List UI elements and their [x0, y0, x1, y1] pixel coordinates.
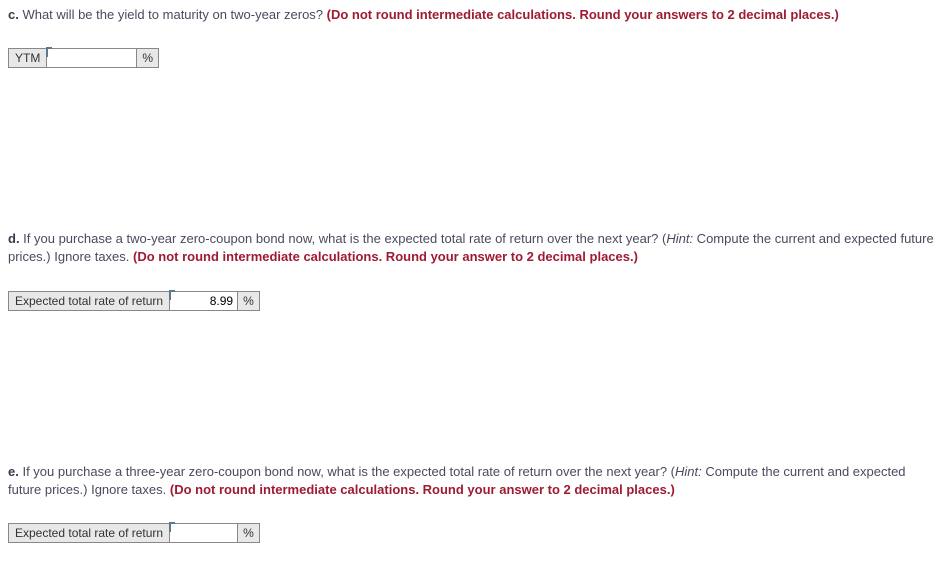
instruction-d: (Do not round intermediate calculations.…	[133, 249, 638, 264]
question-c: c. What will be the yield to maturity on…	[8, 6, 937, 68]
spacer	[8, 80, 937, 230]
question-d-text: d. If you purchase a two-year zero-coupo…	[8, 230, 937, 266]
instruction-e: (Do not round intermediate calculations.…	[170, 482, 675, 497]
question-c-body: What will be the yield to maturity on tw…	[19, 7, 327, 22]
input-wrap-d	[170, 291, 238, 311]
part-e-label: e.	[8, 464, 19, 479]
expected-return-d-input[interactable]	[170, 291, 238, 311]
hint-label-e: Hint:	[675, 464, 702, 479]
ytm-input[interactable]	[47, 48, 137, 68]
question-e: e. If you purchase a three-year zero-cou…	[8, 463, 937, 543]
unit-c: %	[137, 48, 159, 68]
instruction-c: (Do not round intermediate calculations.…	[327, 7, 839, 22]
question-e-body: If you purchase a three-year zero-coupon…	[19, 464, 675, 479]
hint-label-d: Hint:	[666, 231, 693, 246]
question-c-text: c. What will be the yield to maturity on…	[8, 6, 937, 24]
part-d-label: d.	[8, 231, 20, 246]
unit-d: %	[238, 291, 260, 311]
question-d-body: If you purchase a two-year zero-coupon b…	[20, 231, 667, 246]
part-c-label: c.	[8, 7, 19, 22]
question-e-text: e. If you purchase a three-year zero-cou…	[8, 463, 937, 499]
question-d: d. If you purchase a two-year zero-coupo…	[8, 230, 937, 310]
answer-row-d: Expected total rate of return %	[8, 291, 937, 311]
input-wrap-c	[47, 48, 137, 68]
answer-label-ytm: YTM	[8, 48, 47, 68]
answer-label-d: Expected total rate of return	[8, 291, 170, 311]
answer-row-c: YTM %	[8, 48, 937, 68]
spacer	[8, 323, 937, 463]
